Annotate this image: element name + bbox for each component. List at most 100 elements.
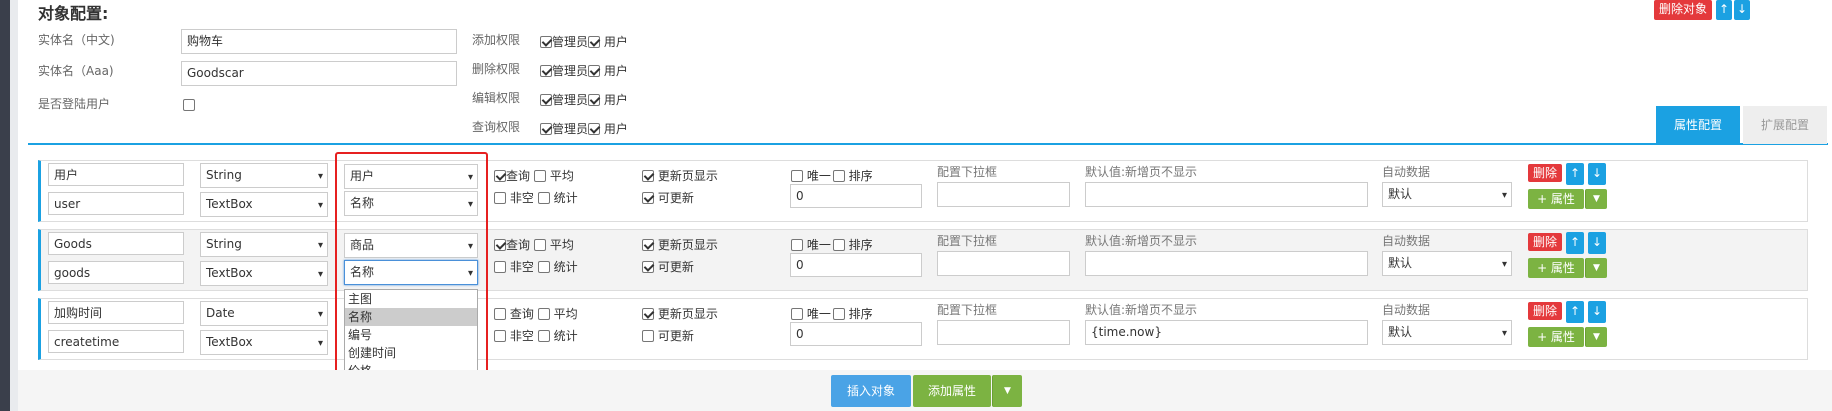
sort-checkbox[interactable] xyxy=(832,308,845,320)
tab-ext-config[interactable]: 扩展配置 xyxy=(1743,106,1827,144)
add-attribute-caret-icon[interactable]: ▼ xyxy=(992,375,1022,407)
add-attribute-button[interactable]: 添加属性 xyxy=(913,375,991,407)
avg-checkbox[interactable] xyxy=(537,308,550,320)
dropdown-config-input[interactable] xyxy=(937,182,1070,207)
user-label: 用户 xyxy=(603,93,628,107)
attr-ctrl-select[interactable]: TextBox ▾ xyxy=(200,330,328,355)
attr-name-input[interactable]: 用户 xyxy=(48,163,184,186)
attr-down-button[interactable]: ↓ xyxy=(1588,301,1606,323)
delete-attr-button[interactable]: 删除 xyxy=(1528,164,1562,182)
perm-add-admin-checkbox[interactable] xyxy=(540,36,552,48)
sort-order-input[interactable]: 0 xyxy=(790,184,922,208)
attr-up-button[interactable]: ↑ xyxy=(1566,232,1584,254)
updatable-checkbox[interactable] xyxy=(642,330,654,342)
attr-code-input[interactable]: goods xyxy=(48,261,184,284)
add-property-button[interactable]: + 属性 xyxy=(1528,189,1584,209)
attr-type-select[interactable]: String ▾ xyxy=(200,232,328,257)
login-user-checkbox[interactable] xyxy=(183,99,195,111)
login-user-label: 是否登陆用户 xyxy=(38,97,111,111)
auto-data-value: 默认 xyxy=(1388,256,1413,270)
entity-en-input[interactable]: Goodscar xyxy=(181,61,457,86)
update-show-checkbox[interactable] xyxy=(642,239,654,251)
dropdown-config-input[interactable] xyxy=(937,320,1070,345)
attr-code-input[interactable]: user xyxy=(48,192,184,215)
dropdown-config-input[interactable] xyxy=(937,251,1070,276)
chevron-down-icon: ▾ xyxy=(1501,328,1507,339)
admin-label: 管理员 xyxy=(552,35,589,49)
nonnull-checkbox[interactable] xyxy=(494,192,506,204)
avg-label: 平均 xyxy=(549,238,574,252)
admin-label: 管理员 xyxy=(552,93,589,107)
perm-add-user-checkbox[interactable] xyxy=(588,36,601,48)
auto-data-select[interactable]: 默认 ▾ xyxy=(1382,251,1512,276)
perm-delete-user-checkbox[interactable] xyxy=(588,65,601,77)
nonnull-checkbox[interactable] xyxy=(494,330,506,342)
attr-name-input[interactable]: 加购时间 xyxy=(48,301,184,324)
attr-ctrl-select[interactable]: TextBox ▾ xyxy=(200,192,328,217)
perm-query-label: 查询权限 xyxy=(472,120,521,134)
attr-down-button[interactable]: ↓ xyxy=(1588,163,1606,185)
unique-checkbox[interactable] xyxy=(791,308,803,320)
perm-edit-user-checkbox[interactable] xyxy=(588,94,601,106)
query-label: 查询 xyxy=(506,169,531,183)
updatable-label: 可更新 xyxy=(657,260,694,274)
add-property-button[interactable]: + 属性 xyxy=(1528,327,1584,347)
tab-attr-config[interactable]: 属性配置 xyxy=(1656,106,1740,144)
updatable-checkbox[interactable] xyxy=(642,261,654,273)
stat-checkbox[interactable] xyxy=(537,330,550,342)
stat-checkbox[interactable] xyxy=(537,261,550,273)
perm-edit-admin-checkbox[interactable] xyxy=(540,94,552,106)
delete-object-button[interactable]: 删除对象 xyxy=(1654,0,1712,20)
attr-name-input[interactable]: Goods xyxy=(48,232,184,255)
query-avg-group: 查询 平均 xyxy=(494,236,574,253)
delete-attr-button[interactable]: 删除 xyxy=(1528,233,1562,251)
attr-ctrl-value: TextBox xyxy=(206,266,253,280)
attr-up-button[interactable]: ↑ xyxy=(1566,301,1584,323)
attr-type-select[interactable]: Date ▾ xyxy=(200,301,328,326)
entity-cn-input[interactable]: 购物车 xyxy=(181,29,457,54)
nonnull-checkbox[interactable] xyxy=(494,261,506,273)
sort-order-input[interactable]: 0 xyxy=(790,253,922,277)
sort-checkbox[interactable] xyxy=(832,239,845,251)
unique-label: 唯一 xyxy=(806,169,831,183)
query-checkbox[interactable] xyxy=(494,239,506,251)
query-checkbox[interactable] xyxy=(494,170,506,182)
add-property-caret-icon[interactable]: ▼ xyxy=(1585,189,1607,209)
add-property-button[interactable]: + 属性 xyxy=(1528,258,1584,278)
add-property-caret-icon[interactable]: ▼ xyxy=(1585,327,1607,347)
sort-order-input[interactable]: 0 xyxy=(790,322,922,346)
perm-delete-admin-checkbox[interactable] xyxy=(540,65,552,77)
query-checkbox[interactable] xyxy=(494,308,506,320)
perm-query-user-checkbox[interactable] xyxy=(588,123,601,135)
attr-code-input[interactable]: createtime xyxy=(48,330,184,353)
attr-type-select[interactable]: String ▾ xyxy=(200,163,328,188)
avg-checkbox[interactable] xyxy=(534,239,547,251)
update-show-label: 更新页显示 xyxy=(657,169,718,183)
delete-attr-button[interactable]: 删除 xyxy=(1528,302,1562,320)
move-up-button[interactable]: ↑ xyxy=(1716,0,1732,20)
attr-ctrl-select[interactable]: TextBox ▾ xyxy=(200,261,328,286)
default-value-input[interactable] xyxy=(1085,182,1368,207)
sort-checkbox[interactable] xyxy=(832,170,845,182)
auto-data-select[interactable]: 默认 ▾ xyxy=(1382,320,1512,345)
stat-checkbox[interactable] xyxy=(537,192,550,204)
auto-data-select[interactable]: 默认 ▾ xyxy=(1382,182,1512,207)
default-value-input[interactable] xyxy=(1085,251,1368,276)
add-property-caret-icon[interactable]: ▼ xyxy=(1585,258,1607,278)
attr-up-button[interactable]: ↑ xyxy=(1566,163,1584,185)
sort-label: 排序 xyxy=(848,307,873,321)
attr-down-button[interactable]: ↓ xyxy=(1588,232,1606,254)
update-show-label: 更新页显示 xyxy=(657,238,718,252)
unique-sort-group: 唯一 排序 xyxy=(791,167,873,184)
updatable-checkbox[interactable] xyxy=(642,192,654,204)
unique-checkbox[interactable] xyxy=(791,239,803,251)
update-show-checkbox[interactable] xyxy=(642,308,654,320)
perm-query-admin-checkbox[interactable] xyxy=(540,123,552,135)
unique-checkbox[interactable] xyxy=(791,170,803,182)
default-value-input[interactable]: {time.now} xyxy=(1085,320,1368,345)
insert-object-button[interactable]: 插入对象 xyxy=(831,375,911,407)
dropdown-config-label: 配置下拉框 xyxy=(937,165,998,179)
move-down-button[interactable]: ↓ xyxy=(1734,0,1750,20)
avg-checkbox[interactable] xyxy=(534,170,547,182)
update-show-checkbox[interactable] xyxy=(642,170,654,182)
